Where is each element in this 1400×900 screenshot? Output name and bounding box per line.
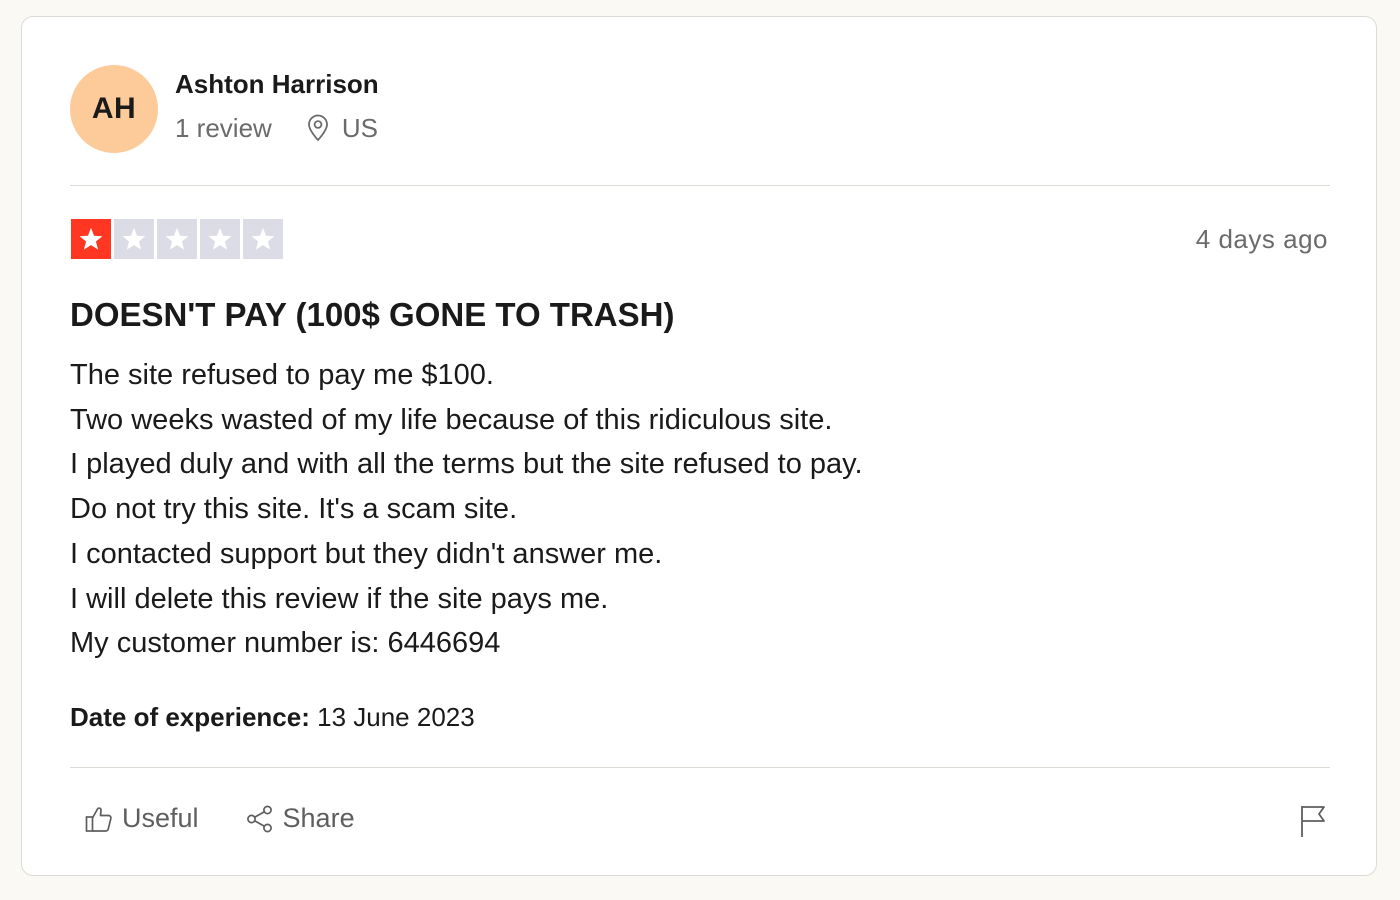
review-actions: Useful Share <box>84 803 355 834</box>
avatar[interactable]: AH <box>70 65 158 153</box>
star-icon <box>200 219 240 259</box>
review-count: 1 review <box>175 113 272 143</box>
star-icon <box>157 219 197 259</box>
star-rating <box>71 219 286 259</box>
useful-label: Useful <box>122 803 199 833</box>
review-card: AH Ashton Harrison 1 review US 4 days ag… <box>21 16 1377 876</box>
useful-button[interactable]: Useful <box>84 803 199 834</box>
header-divider <box>70 185 1330 186</box>
reviewer-country: US <box>341 113 378 143</box>
report-button[interactable] <box>1298 803 1328 844</box>
reviewer-location: US <box>306 111 378 145</box>
review-body-line: I played duly and with all the terms but… <box>70 448 863 481</box>
star-icon <box>243 219 283 259</box>
location-pin-icon <box>307 114 328 141</box>
star-icon <box>114 219 154 259</box>
thumbs-up-icon <box>85 806 112 832</box>
experience-date: 13 June 2023 <box>317 702 475 732</box>
review-body-line: Two weeks wasted of my life because of t… <box>70 403 833 436</box>
reviewer-name[interactable]: Ashton Harrison <box>175 67 379 101</box>
share-label: Share <box>282 803 355 833</box>
share-button[interactable]: Share <box>245 803 355 834</box>
date-of-experience: Date of experience: 13 June 2023 <box>70 701 475 733</box>
review-body-line: I will delete this review if the site pa… <box>70 582 609 615</box>
review-body-line: Do not try this site. It's a scam site. <box>70 493 518 526</box>
reviewer-meta: 1 review US <box>175 111 379 145</box>
reviewer-header: AH Ashton Harrison 1 review US <box>70 65 379 153</box>
review-body-line: I contacted support but they didn't answ… <box>70 537 663 570</box>
review-body-line: My customer number is: 6446694 <box>70 627 501 660</box>
review-body: The site refused to pay me $100. Two week… <box>70 353 863 666</box>
share-icon <box>246 805 272 832</box>
review-body-line: The site refused to pay me $100. <box>70 359 494 391</box>
experience-label: Date of experience: <box>70 702 310 732</box>
footer-divider <box>70 767 1330 768</box>
review-date: 4 days ago <box>1195 224 1328 254</box>
flag-icon <box>1301 806 1325 837</box>
review-title[interactable]: DOESN'T PAY (100$ GONE TO TRASH) <box>70 295 674 335</box>
star-icon <box>71 219 111 259</box>
reviewer-info: Ashton Harrison 1 review US <box>175 69 379 145</box>
